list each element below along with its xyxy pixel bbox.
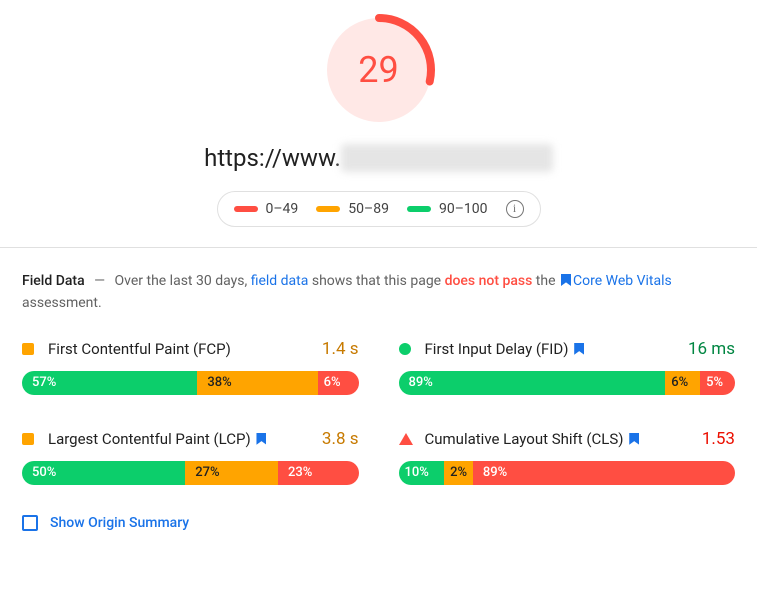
url-prefix: https://www. bbox=[204, 144, 341, 172]
cls-good-seg: 10% bbox=[399, 461, 445, 485]
score-header: 29 https://www.████████████ 0–49 50–89 9… bbox=[0, 0, 757, 247]
metric-fid-name-text: First Input Delay (FID) bbox=[425, 340, 569, 358]
good-range-label: 90–100 bbox=[439, 201, 488, 217]
cls-mid-seg: 2% bbox=[444, 461, 473, 485]
gauge-score: 29 bbox=[358, 49, 398, 91]
bookmark-icon bbox=[256, 433, 266, 445]
triangle-icon bbox=[399, 433, 413, 445]
fcp-mid-seg: 38% bbox=[197, 371, 317, 395]
summary-suffix: the bbox=[536, 273, 556, 289]
metric-cls-head[interactable]: Cumulative Layout Shift (CLS) 1.53 bbox=[399, 419, 736, 461]
lcp-distribution: 50% 27% 23% bbox=[22, 461, 359, 485]
metric-fcp: First Contentful Paint (FCP) 1.4 s 57% 3… bbox=[22, 329, 359, 395]
field-data-section: Field Data — Over the last 30 days, fiel… bbox=[0, 248, 757, 551]
legend-mid: 50–89 bbox=[316, 201, 389, 217]
circle-icon bbox=[399, 343, 411, 355]
tested-url: https://www.████████████ bbox=[0, 144, 757, 173]
bookmark-icon bbox=[629, 433, 639, 445]
poor-pill-icon bbox=[234, 206, 258, 212]
metric-lcp-name: Largest Contentful Paint (LCP) bbox=[48, 430, 268, 448]
summary-prefix: Over the last 30 days, bbox=[115, 273, 248, 289]
metric-fid-name: First Input Delay (FID) bbox=[425, 340, 587, 358]
legend-good: 90–100 bbox=[407, 201, 488, 217]
origin-toggle-label: Show Origin Summary bbox=[50, 515, 189, 531]
metric-cls: Cumulative Layout Shift (CLS) 1.53 10% 2… bbox=[399, 419, 736, 485]
lcp-good-seg: 50% bbox=[22, 461, 185, 485]
summary-middle: shows that this page bbox=[312, 273, 441, 289]
score-legend: 0–49 50–89 90–100 i bbox=[217, 191, 541, 227]
metric-lcp-value: 3.8 s bbox=[322, 429, 359, 449]
fid-poor-seg: 5% bbox=[700, 371, 735, 395]
cls-distribution: 10% 2% 89% bbox=[399, 461, 736, 485]
field-data-link[interactable]: field data bbox=[251, 273, 309, 289]
metric-fcp-value: 1.4 s bbox=[322, 339, 359, 359]
summary-status: does not pass bbox=[445, 273, 533, 289]
url-redacted: ████████████ bbox=[341, 144, 553, 172]
metric-lcp-name-text: Largest Contentful Paint (LCP) bbox=[48, 430, 251, 448]
good-pill-icon bbox=[407, 206, 431, 212]
bookmark-icon bbox=[574, 343, 584, 355]
lcp-poor-seg: 23% bbox=[278, 461, 359, 485]
metric-cls-value: 1.53 bbox=[702, 429, 735, 449]
fcp-distribution: 57% 38% 6% bbox=[22, 371, 359, 395]
show-origin-summary-toggle[interactable]: Show Origin Summary bbox=[22, 515, 735, 531]
fid-good-seg: 89% bbox=[399, 371, 666, 395]
lcp-mid-seg: 27% bbox=[185, 461, 278, 485]
metric-fcp-head[interactable]: First Contentful Paint (FCP) 1.4 s bbox=[22, 329, 359, 371]
dash: — bbox=[94, 273, 105, 289]
field-data-label: Field Data bbox=[22, 273, 85, 289]
metric-lcp: Largest Contentful Paint (LCP) 3.8 s 50%… bbox=[22, 419, 359, 485]
metrics-grid: First Contentful Paint (FCP) 1.4 s 57% 3… bbox=[22, 329, 735, 485]
metric-fid-head[interactable]: First Input Delay (FID) 16 ms bbox=[399, 329, 736, 371]
info-icon[interactable]: i bbox=[506, 200, 524, 218]
square-icon bbox=[22, 433, 34, 445]
poor-range-label: 0–49 bbox=[266, 201, 299, 217]
performance-gauge: 29 bbox=[319, 10, 439, 130]
summary-tail: assessment. bbox=[22, 295, 102, 311]
core-web-vitals-link[interactable]: Core Web Vitals bbox=[573, 273, 672, 289]
metric-fid: First Input Delay (FID) 16 ms 89% 6% 5% bbox=[399, 329, 736, 395]
checkbox-empty-icon bbox=[22, 515, 38, 531]
mid-pill-icon bbox=[316, 206, 340, 212]
metric-fcp-name: First Contentful Paint (FCP) bbox=[48, 340, 231, 358]
metric-lcp-head[interactable]: Largest Contentful Paint (LCP) 3.8 s bbox=[22, 419, 359, 461]
legend-poor: 0–49 bbox=[234, 201, 299, 217]
field-data-summary: Field Data — Over the last 30 days, fiel… bbox=[22, 270, 735, 315]
fid-mid-seg: 6% bbox=[665, 371, 700, 395]
metric-cls-name-text: Cumulative Layout Shift (CLS) bbox=[425, 430, 624, 448]
metric-fid-value: 16 ms bbox=[688, 339, 735, 359]
mid-range-label: 50–89 bbox=[348, 201, 389, 217]
fcp-good-seg: 57% bbox=[22, 371, 197, 395]
fcp-poor-seg: 6% bbox=[318, 371, 359, 395]
fid-distribution: 89% 6% 5% bbox=[399, 371, 736, 395]
bookmark-icon bbox=[561, 274, 571, 286]
square-icon bbox=[22, 343, 34, 355]
cls-poor-seg: 89% bbox=[473, 461, 735, 485]
metric-cls-name: Cumulative Layout Shift (CLS) bbox=[425, 430, 642, 448]
